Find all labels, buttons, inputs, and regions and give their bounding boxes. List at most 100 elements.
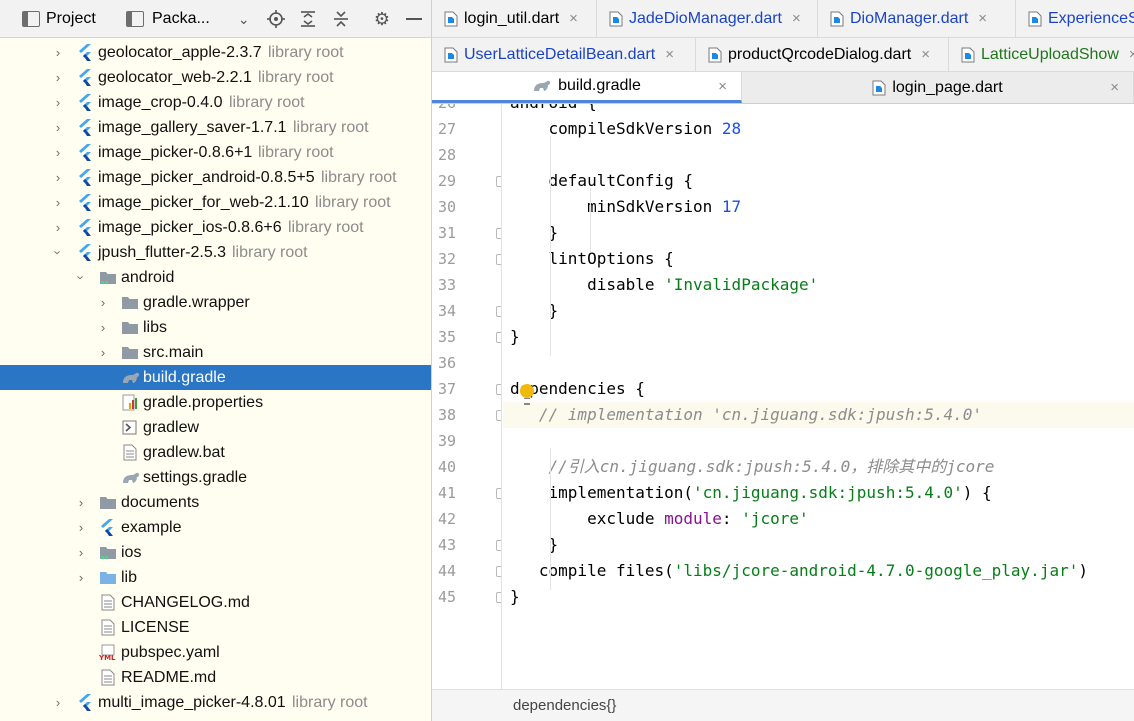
close-icon[interactable]: ×	[718, 78, 727, 95]
tree-item-label: image_picker_for_web-2.1.10	[98, 194, 309, 211]
chevron-right-icon[interactable]: ›	[96, 290, 110, 315]
close-icon[interactable]: ×	[921, 46, 930, 63]
editor-tab-userlatticedetailbean-dart[interactable]: UserLatticeDetailBean.dart ×	[432, 38, 696, 71]
hide-icon[interactable]	[400, 0, 428, 38]
tree-item-documents[interactable]: › documents	[0, 490, 431, 515]
chevron-right-icon[interactable]: ›	[74, 515, 88, 540]
close-icon[interactable]: ×	[665, 46, 674, 63]
tree-item-geolocator-web-2-2-1[interactable]: › geolocator_web-2.2.1 library root	[0, 65, 431, 90]
editor-tab-label: productQrcodeDialog.dart	[728, 45, 912, 63]
editor-tab-login-page-dart[interactable]: login_page.dart ×	[742, 72, 1134, 103]
chevron-right-icon[interactable]: ›	[51, 115, 65, 140]
tree-item-android[interactable]: › android	[0, 265, 431, 290]
tree-item-changelog-md[interactable]: CHANGELOG.md	[0, 590, 431, 615]
fold-marker-icon[interactable]	[496, 332, 501, 343]
tree-item-ios[interactable]: › ios	[0, 540, 431, 565]
editor-tab-build-gradle[interactable]: build.gradle ×	[432, 72, 742, 103]
close-icon[interactable]: ×	[1129, 46, 1134, 63]
fold-marker-icon[interactable]	[496, 410, 501, 421]
fold-marker-icon[interactable]	[496, 384, 501, 395]
fold-marker-icon[interactable]	[496, 488, 501, 499]
tree-item-src-main[interactable]: › src.main	[0, 340, 431, 365]
tree-item-example[interactable]: › example	[0, 515, 431, 540]
tree-item-jpush-flutter-2-5-3[interactable]: › jpush_flutter-2.5.3 library root	[0, 240, 431, 265]
tree-item-image-gallery-saver-1-7-1[interactable]: › image_gallery_saver-1.7.1 library root	[0, 115, 431, 140]
tree-item-label: image_gallery_saver-1.7.1	[98, 119, 287, 136]
tree-item-image-picker-ios-0-8-6-6[interactable]: › image_picker_ios-0.8.6+6 library root	[0, 215, 431, 240]
project-toolbar: Project Packa... ⌄ ⚙	[0, 0, 431, 38]
editor-tab-login-util-dart[interactable]: login_util.dart ×	[432, 0, 597, 37]
editor-gutter: 26 27 28 29 30 31 32 33 34 35 36 37 38 39 40 41 42 43 44 45	[432, 104, 502, 689]
close-icon[interactable]: ×	[792, 10, 801, 27]
tree-item-geolocator-apple-2-3-7[interactable]: › geolocator_apple-2.3.7 library root	[0, 40, 431, 65]
tree-item-gradlew-bat[interactable]: gradlew.bat	[0, 440, 431, 465]
chevron-right-icon[interactable]: ›	[51, 215, 65, 240]
tree-item-gradlew[interactable]: gradlew	[0, 415, 431, 440]
editor-tab-productqrcodedialog-dart[interactable]: productQrcodeDialog.dart ×	[696, 38, 949, 71]
editor-tab-latticeuploadshow[interactable]: LatticeUploadShow ×	[949, 38, 1134, 71]
chevron-right-icon[interactable]: ›	[51, 40, 65, 65]
expand-all-icon[interactable]	[294, 0, 322, 38]
tree-item-image-picker-android-0-8-5-5[interactable]: › image_picker_android-0.8.5+5 library roo…	[0, 165, 431, 190]
packages-view-selector[interactable]: Packa... ⌄	[126, 0, 250, 38]
flutter-icon	[77, 144, 95, 161]
tree-item-pubspec-yaml[interactable]: YML pubspec.yaml	[0, 640, 431, 665]
code-line: }	[503, 324, 1134, 350]
tree-item-image-crop-0-4-0[interactable]: › image_crop-0.4.0 library root	[0, 90, 431, 115]
tree-item-label: image_picker-0.8.6+1	[98, 144, 253, 161]
chevron-right-icon[interactable]: ›	[51, 90, 65, 115]
tree-item-license[interactable]: LICENSE	[0, 615, 431, 640]
chevron-right-icon[interactable]: ›	[74, 490, 88, 515]
breadcrumb[interactable]: dependencies{}	[513, 690, 616, 721]
code-editor[interactable]: android { compileSdkVersion 28 defaultCo…	[503, 104, 1134, 689]
close-icon[interactable]: ×	[978, 10, 987, 27]
fold-marker-icon[interactable]	[496, 228, 501, 239]
tree-item-build-gradle[interactable]: build.gradle	[0, 365, 431, 390]
chevron-right-icon[interactable]: ›	[96, 340, 110, 365]
chevron-down-icon[interactable]: ⌄	[238, 11, 250, 28]
tree-item-libs[interactable]: › libs	[0, 315, 431, 340]
close-icon[interactable]: ×	[569, 10, 578, 27]
tree-item-lib[interactable]: › lib	[0, 565, 431, 590]
chevron-right-icon[interactable]: ›	[74, 540, 88, 565]
project-view-selector[interactable]: Project	[22, 0, 96, 38]
chevron-right-icon[interactable]: ›	[74, 565, 88, 590]
tree-item-settings-gradle[interactable]: settings.gradle	[0, 465, 431, 490]
yaml-icon: YML	[98, 644, 117, 662]
tree-item-gradle-wrapper[interactable]: › gradle.wrapper	[0, 290, 431, 315]
chevron-right-icon[interactable]: ›	[96, 315, 110, 340]
close-icon[interactable]: ×	[1110, 79, 1119, 96]
fold-marker-icon[interactable]	[496, 176, 501, 187]
chevron-right-icon[interactable]: ›	[51, 690, 65, 715]
text-file-icon	[99, 619, 117, 636]
flutter-icon	[77, 119, 95, 136]
chevron-right-icon[interactable]: ›	[51, 190, 65, 215]
tree-item-label: image_crop-0.4.0	[98, 94, 223, 111]
fold-marker-icon[interactable]	[496, 566, 501, 577]
editor-tab-jadediomanager-dart[interactable]: JadeDioManager.dart ×	[597, 0, 818, 37]
collapse-all-icon[interactable]	[327, 0, 355, 38]
tree-item-image-picker-0-8-6-1[interactable]: › image_picker-0.8.6+1 library root	[0, 140, 431, 165]
flutter-icon	[77, 219, 95, 236]
fold-marker-icon[interactable]	[496, 306, 501, 317]
line-number: 37	[437, 380, 456, 398]
chevron-right-icon[interactable]: ›	[51, 140, 65, 165]
chevron-down-icon[interactable]: ›	[46, 246, 71, 260]
fold-marker-icon[interactable]	[496, 540, 501, 551]
tree-item-readme-md[interactable]: README.md	[0, 665, 431, 690]
editor-tab-experiencest[interactable]: ExperienceSt×	[1016, 0, 1134, 37]
intention-bulb-icon[interactable]	[520, 384, 534, 405]
fold-marker-icon[interactable]	[496, 592, 501, 603]
tree-item-multi-image-picker-4-8-01[interactable]: › multi_image_picker-4.8.01 library root	[0, 690, 431, 715]
chevron-right-icon[interactable]: ›	[51, 65, 65, 90]
code-token: ) {	[962, 483, 992, 502]
tree-item-image-picker-for-web-2-1-10[interactable]: › image_picker_for_web-2.1.10 library root	[0, 190, 431, 215]
tree-item-label: geolocator_apple-2.3.7	[98, 44, 262, 61]
editor-tab-diomanager-dart[interactable]: DioManager.dart ×	[818, 0, 1016, 37]
chevron-down-icon[interactable]: ›	[69, 271, 94, 285]
locate-icon[interactable]	[262, 0, 290, 38]
fold-marker-icon[interactable]	[496, 254, 501, 265]
settings-icon[interactable]: ⚙	[368, 0, 396, 38]
tree-item-gradle-properties[interactable]: gradle.properties	[0, 390, 431, 415]
chevron-right-icon[interactable]: ›	[51, 165, 65, 190]
